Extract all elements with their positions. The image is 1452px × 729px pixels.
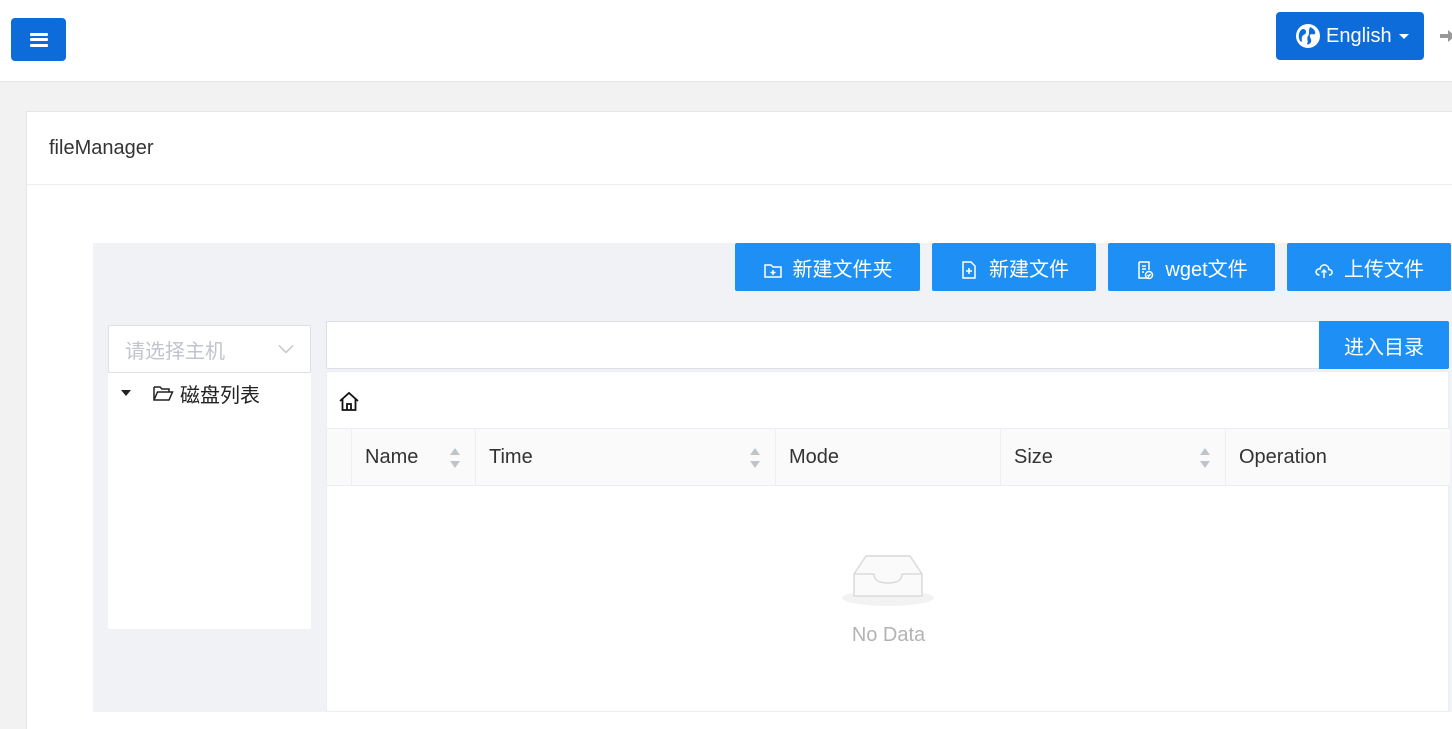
folder-add-icon bbox=[763, 264, 782, 278]
language-label: English bbox=[1326, 24, 1392, 47]
file-list-panel: Name Time Mode Size Operation No Data bbox=[326, 371, 1450, 712]
logout-icon[interactable] bbox=[1438, 26, 1452, 46]
column-header-label: Operation bbox=[1239, 446, 1327, 468]
new-file-label: 新建文件 bbox=[989, 258, 1069, 281]
upload-file-button[interactable]: 上传文件 bbox=[1287, 243, 1451, 291]
sort-icon[interactable] bbox=[749, 447, 761, 469]
new-file-button[interactable]: 新建文件 bbox=[932, 243, 1096, 291]
menu-toggle-button[interactable] bbox=[11, 18, 66, 61]
folder-open-icon bbox=[153, 386, 174, 401]
column-header-label: Size bbox=[1014, 446, 1053, 468]
document-check-icon bbox=[1138, 261, 1154, 280]
path-input[interactable] bbox=[326, 321, 1319, 369]
wget-file-button[interactable]: wget文件 bbox=[1108, 243, 1275, 291]
empty-text: No Data bbox=[851, 624, 926, 646]
empty-state: No Data bbox=[327, 486, 1450, 712]
file-add-icon bbox=[962, 261, 976, 279]
language-dropdown-button[interactable]: English bbox=[1276, 12, 1424, 60]
new-folder-label: 新建文件夹 bbox=[792, 258, 893, 281]
column-header-mode: Mode bbox=[775, 429, 1000, 486]
column-header-size[interactable]: Size bbox=[1000, 429, 1225, 486]
host-select-placeholder: 请选择主机 bbox=[125, 340, 225, 363]
chevron-down-icon bbox=[278, 345, 294, 354]
table-header: Name Time Mode Size Operation bbox=[327, 428, 1450, 486]
cloud-upload-icon bbox=[1315, 264, 1333, 278]
column-header-name[interactable]: Name bbox=[351, 429, 475, 486]
host-select[interactable]: 请选择主机 bbox=[108, 325, 311, 373]
column-header-label: Mode bbox=[789, 446, 840, 468]
empty-inbox-icon bbox=[842, 555, 934, 606]
directory-tree: 磁盘列表 bbox=[108, 373, 311, 629]
tree-node-disk-list[interactable]: 磁盘列表 bbox=[108, 373, 311, 413]
wget-file-label: wget文件 bbox=[1165, 258, 1248, 281]
top-navbar: English bbox=[0, 0, 1452, 82]
column-header-label: Time bbox=[489, 446, 533, 468]
hamburger-icon bbox=[29, 32, 48, 47]
file-manager-panel: 新建文件夹 新建文件 wget文件 上传文件 请选择主机 磁盘列表 进入目录 N… bbox=[93, 243, 1452, 712]
column-header-time[interactable]: Time bbox=[475, 429, 775, 486]
enter-directory-button[interactable]: 进入目录 bbox=[1319, 321, 1449, 369]
new-folder-button[interactable]: 新建文件夹 bbox=[735, 243, 920, 291]
tree-node-label: 磁盘列表 bbox=[180, 384, 260, 407]
sort-icon[interactable] bbox=[1199, 447, 1211, 469]
expand-caret-icon[interactable] bbox=[121, 390, 131, 396]
column-header-operation: Operation bbox=[1225, 429, 1450, 486]
globe-icon bbox=[1296, 24, 1320, 48]
home-icon[interactable] bbox=[337, 390, 361, 414]
column-header-label: Name bbox=[365, 446, 419, 468]
caret-down-icon bbox=[1398, 33, 1409, 39]
sort-icon[interactable] bbox=[449, 447, 461, 469]
upload-file-label: 上传文件 bbox=[1344, 258, 1424, 281]
enter-directory-label: 进入目录 bbox=[1344, 336, 1424, 359]
card-title: fileManager bbox=[27, 112, 1452, 185]
